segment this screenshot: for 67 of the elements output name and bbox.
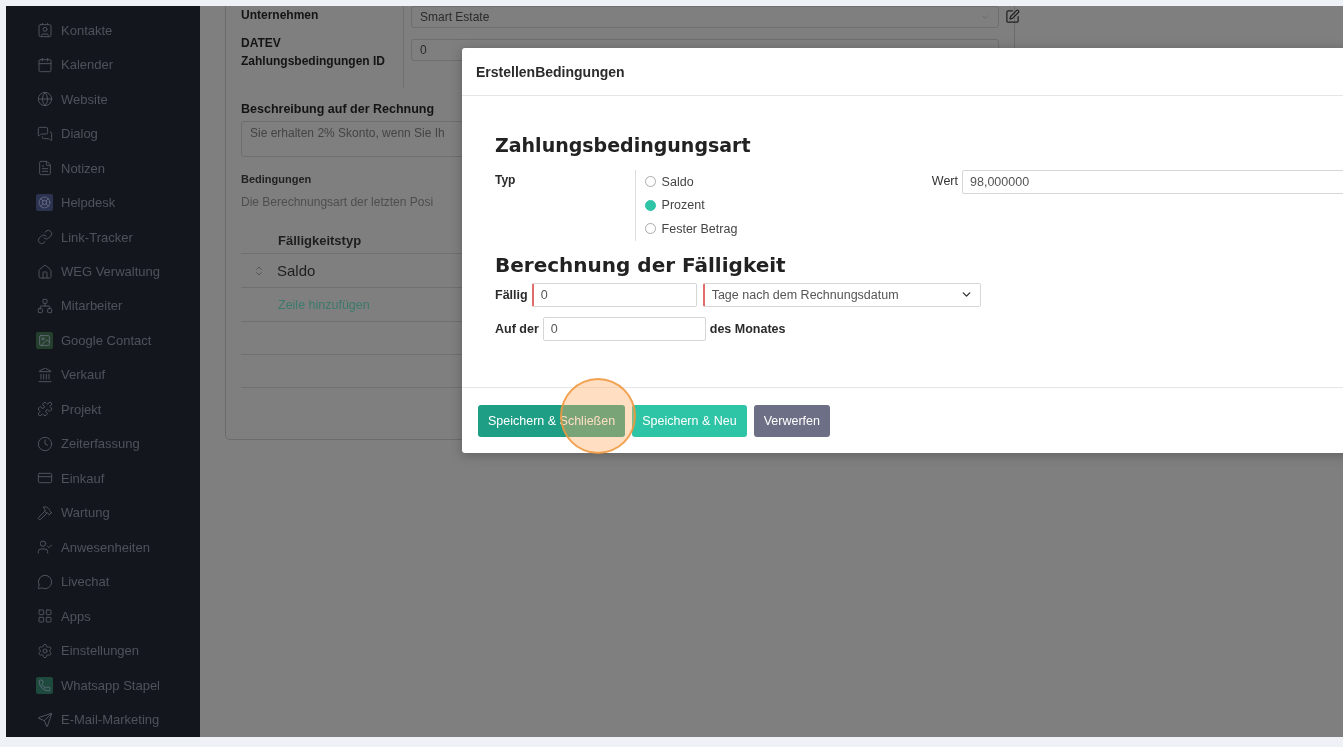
- sidebar-item[interactable]: Kontakte: [6, 13, 200, 48]
- dialog-title: ErstellenBedingungen: [476, 63, 625, 80]
- field-label: Wert: [931, 173, 958, 190]
- user-check-icon: [36, 538, 53, 556]
- contact-card-icon: [36, 21, 53, 39]
- field-label: Unternehmen: [241, 6, 404, 30]
- add-row-link[interactable]: Zeile hinzufügen: [278, 297, 370, 312]
- field-label: Typ: [495, 172, 517, 189]
- radio-option[interactable]: Saldo: [644, 170, 924, 194]
- sidebar-item[interactable]: Einstellungen: [6, 633, 200, 668]
- sidebar-item[interactable]: Link-Tracker: [6, 219, 200, 255]
- sidebar-item[interactable]: Wartung: [6, 495, 200, 531]
- link-icon: [36, 228, 53, 246]
- sidebar-item[interactable]: Whatsapp Stapel: [6, 667, 200, 703]
- sidebar-item[interactable]: Notizen: [6, 150, 200, 186]
- field-label: Beschreibung auf der Rechnung: [241, 102, 435, 116]
- table-cell: Saldo: [277, 262, 316, 279]
- grid-icon: [36, 607, 53, 625]
- field-label: DATEV Zahlungsbedingungen ID: [241, 30, 404, 88]
- lifebuoy-icon: [36, 194, 53, 212]
- sidebar-item[interactable]: Apps: [6, 598, 200, 634]
- chat-bubbles-icon: [36, 125, 53, 143]
- edit-icon[interactable]: [1005, 9, 1020, 24]
- sidebar-item[interactable]: WEG Verwaltung: [6, 254, 200, 289]
- sidebar-item[interactable]: Zeiterfassung: [6, 426, 200, 462]
- radio-option[interactable]: Prozent: [644, 193, 924, 217]
- input-field[interactable]: 0: [542, 316, 706, 341]
- house-icon: [36, 263, 53, 280]
- field-suffix: des Monates: [709, 321, 786, 336]
- phone-icon: [36, 676, 53, 694]
- select-field[interactable]: Tage nach dem Rechnungsdatum: [702, 282, 981, 307]
- section-heading: Berechnung der Fälligkeit: [495, 252, 787, 277]
- sort-handle-icon[interactable]: [253, 264, 265, 277]
- field-label: Fällig: [495, 287, 528, 302]
- network-icon: [36, 297, 53, 315]
- sidebar-item[interactable]: Verkauf: [6, 357, 200, 393]
- sidebar-item[interactable]: Helpdesk: [6, 185, 200, 220]
- clock-icon: [36, 435, 53, 453]
- hammer-icon: [36, 504, 53, 522]
- input-field[interactable]: 98,000000: [962, 170, 1343, 194]
- send-icon: [36, 711, 53, 729]
- field-label: Auf der: [495, 321, 539, 336]
- input-field[interactable]: 0: [531, 282, 697, 307]
- section-heading: Zahlungsbedingungsart: [495, 134, 752, 156]
- column-header: Fälligkeitstyp: [278, 232, 362, 248]
- sidebar-item[interactable]: Mitarbeiter: [6, 288, 200, 324]
- sidebar-item[interactable]: E-Mail-Marketing: [6, 702, 200, 737]
- settings-icon: [36, 642, 53, 660]
- sidebar-item[interactable]: Google Contact: [6, 323, 200, 358]
- chat-icon: [36, 573, 53, 591]
- sidebar-item[interactable]: Projekt: [6, 392, 200, 427]
- sidebar-item[interactable]: Anwesenheiten: [6, 530, 200, 565]
- image-icon: [36, 331, 53, 349]
- dialog-button[interactable]: Verwerfen: [753, 405, 830, 437]
- note-icon: [36, 159, 53, 177]
- sidebar-item[interactable]: Website: [6, 81, 200, 117]
- building-columns-icon: [36, 366, 53, 384]
- sidebar-item[interactable]: Livechat: [6, 564, 200, 599]
- sidebar-item[interactable]: Dialog: [6, 116, 200, 151]
- calendar-icon: [36, 56, 53, 74]
- section-label: Bedingungen: [241, 173, 312, 185]
- puzzle-icon: [36, 400, 53, 418]
- dialog-button[interactable]: Speichern & Neu: [632, 405, 747, 437]
- radio-option[interactable]: Fester Betrag: [644, 217, 924, 241]
- globe-icon: [36, 90, 53, 108]
- sidebar-item[interactable]: Kalender: [6, 47, 200, 82]
- sidebar-item[interactable]: Einkauf: [6, 461, 200, 496]
